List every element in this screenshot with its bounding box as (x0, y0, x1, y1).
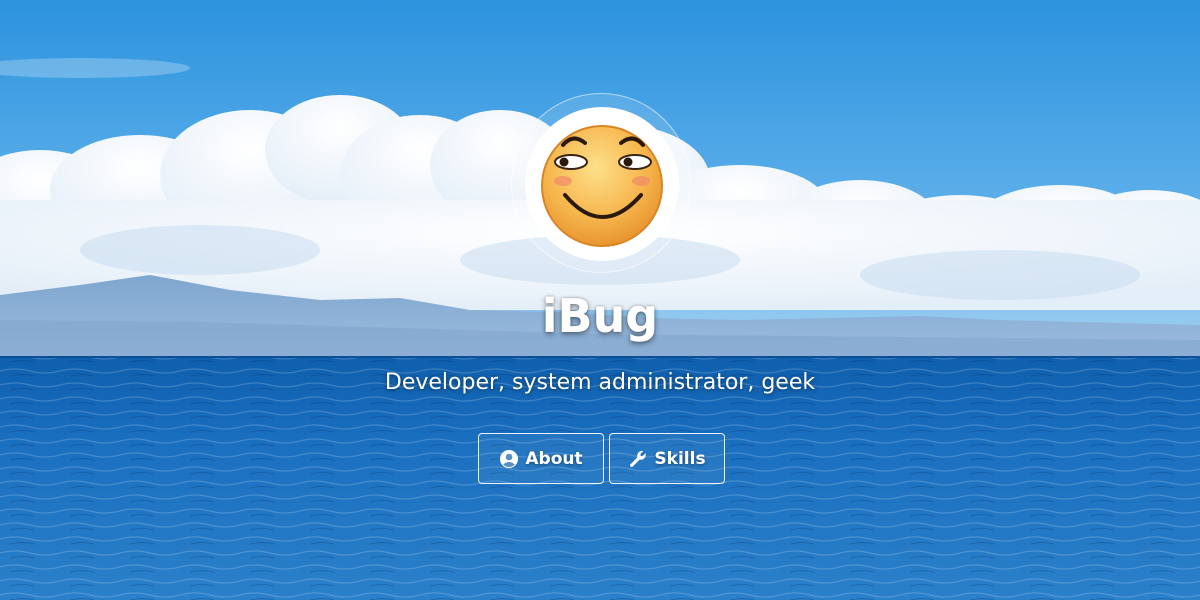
about-button-label: About (525, 448, 583, 469)
wrench-icon (628, 449, 648, 469)
site-tagline: Developer, system administrator, geek (384, 370, 816, 395)
smirking-emoji-face-icon (541, 125, 663, 247)
avatar[interactable] (525, 107, 679, 261)
avatar-ring (511, 93, 691, 273)
site-title: iBug (541, 289, 659, 343)
skills-button[interactable]: Skills (609, 433, 725, 484)
about-button[interactable]: About (478, 433, 604, 484)
user-circle-icon (499, 449, 519, 469)
hero-section: iBug Developer, system administrator, ge… (0, 0, 1200, 600)
skills-button-label: Skills (654, 448, 706, 469)
